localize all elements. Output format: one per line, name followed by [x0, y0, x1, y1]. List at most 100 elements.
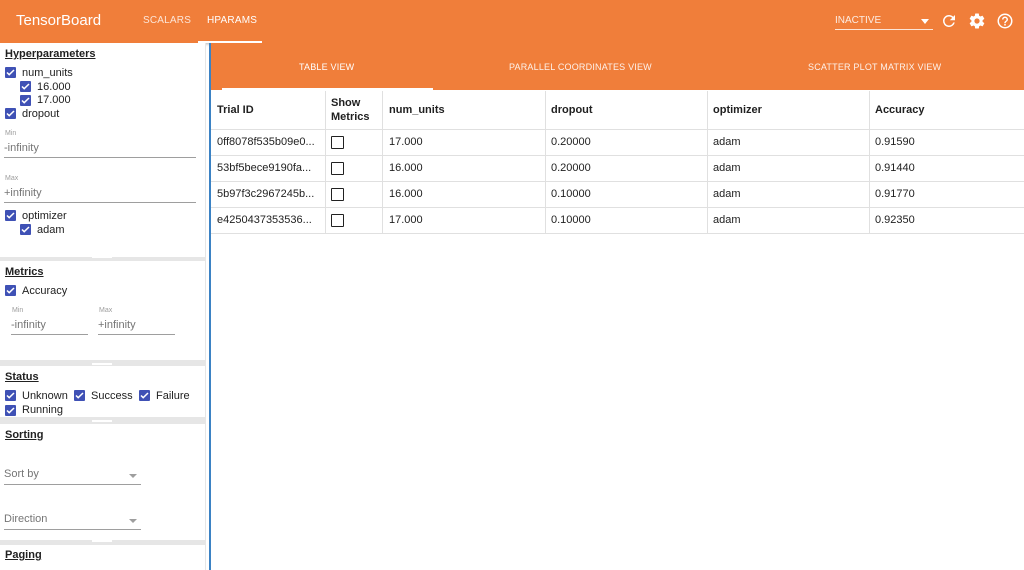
column-divider — [382, 91, 383, 233]
num-units-cell: 17.000 — [389, 214, 423, 226]
view-tabs-bar: TABLE VIEW PARALLEL COORDINATES VIEW SCA… — [211, 43, 1024, 90]
trial-id-cell: 5b97f3c2967245b... — [217, 188, 315, 200]
dropout-cell: 0.20000 — [551, 162, 591, 174]
top-app-bar: TensorBoard SCALARS HPARAMS INACTIVE — [0, 0, 1024, 43]
row-divider — [211, 129, 1024, 130]
header-optimizer[interactable]: optimizer — [713, 104, 762, 116]
chevron-down-icon — [129, 474, 137, 478]
accuracy-cell: 0.91590 — [875, 136, 915, 148]
metrics-title: Metrics — [5, 266, 44, 278]
status-unknown-checkbox[interactable] — [5, 390, 16, 401]
dropout-min-label: Min — [5, 130, 17, 137]
accuracy-max-label: Max — [99, 307, 113, 314]
panel-resize-handle[interactable] — [92, 420, 112, 422]
optimizer-cell: adam — [713, 136, 741, 148]
panel-resize-handle[interactable] — [92, 363, 112, 365]
trial-id-cell: 53bf5bece9190fa... — [217, 162, 312, 174]
row-divider — [211, 207, 1024, 208]
row-divider — [211, 181, 1024, 182]
num-units-cell: 16.000 — [389, 162, 423, 174]
dropout-checkbox[interactable] — [5, 108, 16, 119]
num-units-cell: 17.000 — [389, 136, 423, 148]
optimizer-value-label: adam — [37, 224, 65, 236]
dropout-min-input[interactable]: -infinity — [4, 142, 196, 158]
optimizer-cell: adam — [713, 162, 741, 174]
accuracy-cell: 0.91770 — [875, 188, 915, 200]
status-unknown-label: Unknown — [22, 390, 68, 402]
dropout-max-label: Max — [5, 175, 19, 182]
status-panel: Status Unknown Success Failure Running — [0, 366, 205, 417]
num-units-value-label: 17.000 — [37, 94, 71, 106]
sort-by-placeholder: Sort by — [4, 468, 39, 480]
column-divider — [707, 91, 708, 233]
direction-select[interactable]: Direction — [4, 513, 141, 530]
num-units-value-checkbox[interactable] — [20, 95, 31, 106]
tab-scalars[interactable]: SCALARS — [143, 15, 191, 26]
accuracy-cell: 0.92350 — [875, 214, 915, 226]
app-title: TensorBoard — [16, 12, 102, 29]
trial-id-cell: e4250437353536... — [217, 214, 312, 226]
header-dropout[interactable]: dropout — [551, 104, 593, 116]
refresh-icon[interactable] — [940, 12, 958, 30]
status-running-label: Running — [22, 404, 63, 416]
paging-panel: Paging — [0, 545, 205, 570]
dropout-cell: 0.20000 — [551, 136, 591, 148]
optimizer-checkbox[interactable] — [5, 210, 16, 221]
tab-scatter-plot-matrix-view[interactable]: SCATTER PLOT MATRIX VIEW — [808, 62, 941, 72]
row-divider — [211, 233, 1024, 234]
status-failure-checkbox[interactable] — [139, 390, 150, 401]
optimizer-cell: adam — [713, 214, 741, 226]
column-divider — [869, 91, 870, 233]
active-view-indicator — [222, 88, 433, 90]
status-running-checkbox[interactable] — [5, 405, 16, 416]
show-metrics-checkbox[interactable] — [331, 214, 344, 227]
optimizer-value-checkbox[interactable] — [20, 224, 31, 235]
chevron-down-icon — [129, 519, 137, 523]
run-status-select-value: INACTIVE — [835, 15, 882, 26]
num-units-value-checkbox[interactable] — [20, 81, 31, 92]
header-num-units[interactable]: num_units — [389, 104, 445, 116]
show-metrics-checkbox[interactable] — [331, 162, 344, 175]
column-divider — [545, 91, 546, 233]
panel-resize-handle[interactable] — [92, 256, 112, 258]
column-divider — [325, 91, 326, 233]
status-success-label: Success — [91, 390, 133, 402]
accuracy-checkbox[interactable] — [5, 285, 16, 296]
num-units-cell: 16.000 — [389, 188, 423, 200]
tab-hparams[interactable]: HPARAMS — [207, 15, 257, 26]
optimizer-cell: adam — [713, 188, 741, 200]
sort-by-select[interactable]: Sort by — [4, 468, 141, 485]
optimizer-label: optimizer — [22, 210, 67, 222]
accuracy-max-input[interactable]: +infinity — [98, 319, 175, 335]
direction-placeholder: Direction — [4, 513, 48, 525]
dropout-label: dropout — [22, 108, 60, 120]
paging-title: Paging — [5, 549, 42, 561]
num-units-checkbox[interactable] — [5, 67, 16, 78]
filter-sidebar: Hyperparameters num_units 16.000 17.000 … — [0, 43, 206, 570]
sidebar-splitter[interactable] — [209, 43, 211, 570]
chevron-down-icon — [921, 19, 929, 24]
hyperparameters-title: Hyperparameters — [5, 48, 96, 60]
accuracy-min-input[interactable]: -infinity — [11, 319, 88, 335]
status-failure-label: Failure — [156, 390, 190, 402]
accuracy-cell: 0.91440 — [875, 162, 915, 174]
help-icon[interactable] — [996, 12, 1014, 30]
show-metrics-checkbox[interactable] — [331, 136, 344, 149]
dropout-cell: 0.10000 — [551, 188, 591, 200]
dropout-max-input[interactable]: +infinity — [4, 187, 196, 203]
tab-parallel-coordinates-view[interactable]: PARALLEL COORDINATES VIEW — [509, 62, 652, 72]
tab-table-view[interactable]: TABLE VIEW — [299, 62, 354, 72]
header-show-metrics-line2: Metrics — [331, 111, 370, 123]
panel-resize-handle[interactable] — [92, 540, 112, 542]
dropout-cell: 0.10000 — [551, 214, 591, 226]
header-accuracy[interactable]: Accuracy — [875, 104, 925, 116]
status-success-checkbox[interactable] — [74, 390, 85, 401]
run-status-select[interactable]: INACTIVE — [835, 8, 933, 30]
sorting-title: Sorting — [5, 429, 44, 441]
show-metrics-checkbox[interactable] — [331, 188, 344, 201]
accuracy-label: Accuracy — [22, 285, 68, 297]
header-trial-id[interactable]: Trial ID — [217, 104, 254, 116]
gear-icon[interactable] — [968, 12, 986, 30]
sorting-panel: Sorting Sort by Direction — [0, 424, 205, 540]
metrics-panel: Metrics Accuracy Min -infinity Max +infi… — [0, 261, 205, 360]
